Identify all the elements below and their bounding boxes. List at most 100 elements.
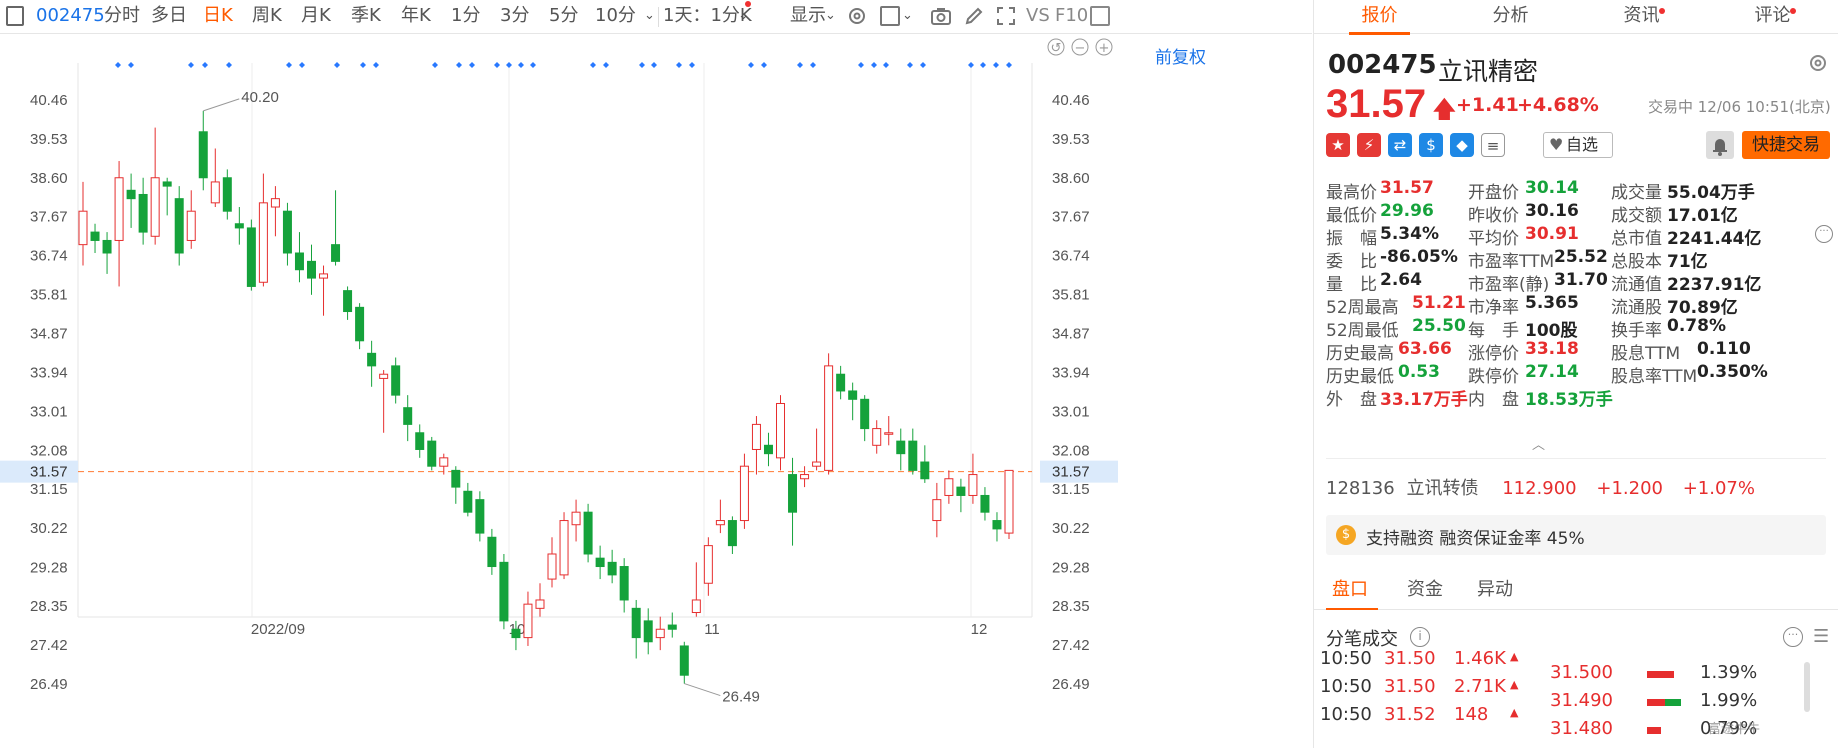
up-tick-icon: ▲: [1510, 650, 1519, 663]
vs-compare-button[interactable]: VS: [1026, 0, 1050, 34]
quote-value: 18.53万手: [1525, 390, 1613, 410]
camera-icon[interactable]: [930, 5, 952, 27]
kline-svg: 2022/0910111240.4640.4639.5339.5338.6038…: [0, 38, 1118, 706]
margin-info-box: $ 支持融资 融资保证金率 45%: [1326, 515, 1826, 555]
period-year-k[interactable]: 年K: [401, 0, 431, 34]
candle-body: [114, 177, 124, 241]
convertible-bond-row[interactable]: 128136 立讯转债 112.900 +1.200 +1.07%: [1326, 474, 1755, 500]
watchlist-label: 自选: [1566, 135, 1599, 154]
trade-status: 交易中 12/06 10:51(北京): [1648, 98, 1831, 116]
panel-settings-gear-icon[interactable]: [1807, 52, 1829, 78]
candle-body: [294, 252, 304, 271]
tab-quote[interactable]: 报价: [1314, 0, 1445, 35]
candle-body: [631, 607, 641, 639]
y-tick-label-right: 36.74: [1052, 248, 1090, 265]
quote-label: 成交量: [1611, 183, 1662, 203]
event-marker-icon: [506, 62, 512, 68]
add-watchlist-button[interactable]: ♥ 自选: [1543, 132, 1613, 158]
y-tick-label-left: 29.28: [30, 559, 68, 576]
candle-body: [427, 440, 437, 467]
tab-capital[interactable]: 资金: [1407, 572, 1443, 610]
f10-button[interactable]: F10: [1055, 0, 1088, 34]
bond-change: +1.200: [1596, 478, 1663, 499]
candle-body: [234, 223, 244, 229]
settings-gear-icon[interactable]: [846, 5, 868, 27]
adjust-mode-label[interactable]: 前复权: [1155, 43, 1206, 68]
y-tick-label-left: 26.49: [30, 676, 68, 693]
candle-body: [739, 465, 749, 522]
collapse-chevron-icon[interactable]: ︿: [1532, 434, 1545, 453]
y-tick-label-left: 31.15: [30, 481, 68, 498]
quote-value: 30.91: [1525, 224, 1579, 244]
zoom-out-glyph: −: [1075, 41, 1086, 56]
pencil-icon[interactable]: [963, 5, 985, 27]
fullscreen-icon[interactable]: [995, 5, 1017, 27]
y-tick-label-left: 40.46: [30, 92, 68, 109]
y-tick-label-left: 39.53: [30, 131, 68, 148]
depth-pct: 1.39%: [1700, 662, 1758, 683]
tab-analysis[interactable]: 分析: [1445, 0, 1576, 34]
up-tick-icon: ▲: [1510, 706, 1519, 719]
quote-value: 5.365: [1525, 293, 1579, 313]
draw-box-icon[interactable]: [880, 6, 900, 26]
tag-icon[interactable]: ◆: [1450, 133, 1474, 157]
scrollbar[interactable]: [1804, 662, 1810, 712]
sidebar-toggle-icon[interactable]: [6, 6, 24, 26]
display-menu[interactable]: 显示: [790, 0, 826, 34]
quote-value: 30.14: [1525, 178, 1579, 198]
heart-icon: ♥: [1549, 135, 1564, 154]
event-marker-icon: [1006, 62, 1012, 68]
china-flag-icon[interactable]: ★: [1326, 133, 1350, 157]
period-month-k[interactable]: 月K: [301, 0, 331, 34]
candle-body: [403, 407, 413, 425]
tab-pankou[interactable]: 盘口: [1332, 572, 1368, 610]
alert-bell-icon[interactable]: [1706, 131, 1734, 159]
candle-body: [90, 231, 100, 241]
tab-comments[interactable]: 评论: [1707, 0, 1838, 34]
period-day-k[interactable]: 日K: [203, 0, 233, 34]
candle-body: [944, 478, 954, 496]
list-view-icon[interactable]: ☰: [1813, 628, 1829, 646]
depth-bar: [1647, 699, 1665, 706]
period-more-chevron-icon[interactable]: ⌄: [644, 0, 655, 34]
quote-label: 振 幅: [1326, 229, 1377, 249]
event-marker-icon: [518, 62, 524, 68]
period-week-k[interactable]: 周K: [252, 0, 282, 34]
quote-value: 2.64: [1380, 270, 1422, 290]
quote-label: 昨收价: [1468, 206, 1519, 226]
candle-body: [475, 499, 485, 534]
candle-body: [246, 227, 256, 287]
event-marker-icon: [128, 62, 134, 68]
period-10min[interactable]: 10分: [595, 0, 636, 34]
shuffle-icon[interactable]: ⇄: [1388, 133, 1412, 157]
quote-panel: 报价 分析 资讯 评论 002475 立讯精密 31.57 🡅 +1.41 +4…: [1313, 0, 1838, 748]
period-season-k[interactable]: 季K: [351, 0, 381, 34]
more-options-icon[interactable]: ···: [1783, 627, 1803, 647]
market-value-more-icon[interactable]: ···: [1815, 225, 1833, 243]
candle-body: [571, 511, 581, 526]
period-5min[interactable]: 5分: [549, 0, 578, 34]
dollar-icon[interactable]: $: [1419, 133, 1443, 157]
period-3min[interactable]: 3分: [500, 0, 529, 34]
info-icon[interactable]: i: [1410, 627, 1430, 647]
hot-stock-icon[interactable]: ⚡: [1357, 133, 1381, 157]
tab-movement[interactable]: 异动: [1477, 572, 1513, 610]
candle-body: [78, 210, 88, 246]
period-fenshi[interactable]: 分时: [104, 0, 140, 34]
period-duori[interactable]: 多日: [151, 0, 187, 34]
notes-icon[interactable]: ≡: [1481, 133, 1505, 157]
candle-body: [884, 432, 894, 435]
price-change-pct: +4.68%: [1517, 94, 1599, 116]
candle-body: [319, 273, 329, 279]
period-1min[interactable]: 1分: [451, 0, 480, 34]
quick-trade-button[interactable]: 快捷交易: [1742, 131, 1830, 159]
candle-body: [679, 645, 689, 676]
candle-body: [162, 181, 172, 187]
news-dot-icon: [1659, 8, 1665, 14]
display-chevron-icon[interactable]: ⌄: [825, 0, 836, 34]
tab-news[interactable]: 资讯: [1576, 0, 1707, 34]
kline-chart[interactable]: 2022/0910111240.4640.4639.5339.5338.6038…: [0, 35, 1312, 748]
draw-chevron-icon[interactable]: ⌄: [902, 0, 913, 34]
candle-body: [788, 474, 798, 513]
panel-toggle-icon[interactable]: [1090, 6, 1110, 26]
